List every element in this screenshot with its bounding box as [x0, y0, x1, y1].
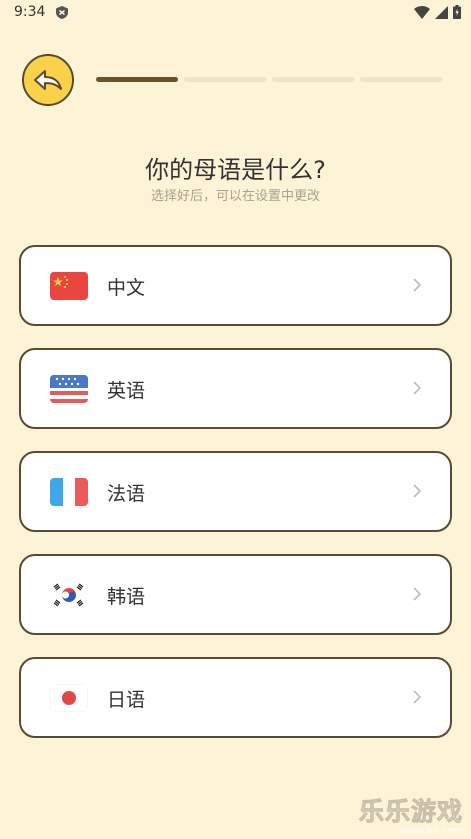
japan-flag-icon [50, 684, 88, 712]
shield-icon [56, 6, 68, 19]
progress-bar [96, 77, 442, 82]
chevron-right-icon [413, 587, 422, 601]
page-subtitle: 选择好后，可以在设置中更改 [150, 189, 320, 204]
progress-step-3 [272, 77, 354, 82]
progress-step-2 [184, 77, 266, 82]
watermark-url: www.6ll.com [399, 826, 463, 837]
china-flag-icon [50, 272, 88, 300]
language-option-english[interactable]: 英语 [19, 348, 452, 429]
svg-text:乐乐游戏: 乐乐游戏 [359, 797, 463, 825]
language-label: 英语 [107, 380, 146, 402]
system-icons [414, 5, 461, 19]
language-label: 日语 [107, 689, 146, 711]
language-option-french[interactable]: 法语 [19, 451, 452, 532]
language-label: 法语 [107, 483, 146, 505]
progress-step-1 [96, 77, 178, 82]
status-bar: 9:34 [0, 0, 471, 26]
france-flag-icon [50, 478, 88, 506]
chevron-right-icon [413, 690, 422, 704]
page-title: 你的母语是什么? [145, 156, 326, 184]
language-option-korean[interactable]: 韩语 [19, 554, 452, 635]
language-option-japanese[interactable]: 日语 [19, 657, 452, 738]
battery-icon [453, 5, 461, 19]
progress-step-4 [360, 77, 442, 82]
signal-icon [435, 5, 448, 19]
back-arrow-icon [34, 70, 62, 90]
status-time: 9:34 [14, 4, 46, 20]
language-option-chinese[interactable]: 中文 [19, 245, 452, 326]
chevron-right-icon [413, 381, 422, 395]
back-button[interactable] [22, 54, 74, 106]
language-label: 韩语 [107, 586, 146, 608]
watermark-logo: 乐乐游戏 [359, 797, 463, 825]
chevron-right-icon [413, 278, 422, 292]
language-select-screen: 9:34 你的母语是什么? 选择好后，可以在设置中更改 中文 英语 法语 韩语 … [0, 0, 471, 839]
wifi-icon [414, 5, 430, 19]
language-label: 中文 [107, 277, 146, 299]
usa-flag-icon [50, 375, 88, 403]
chevron-right-icon [413, 484, 422, 498]
korea-flag-icon [50, 581, 88, 609]
